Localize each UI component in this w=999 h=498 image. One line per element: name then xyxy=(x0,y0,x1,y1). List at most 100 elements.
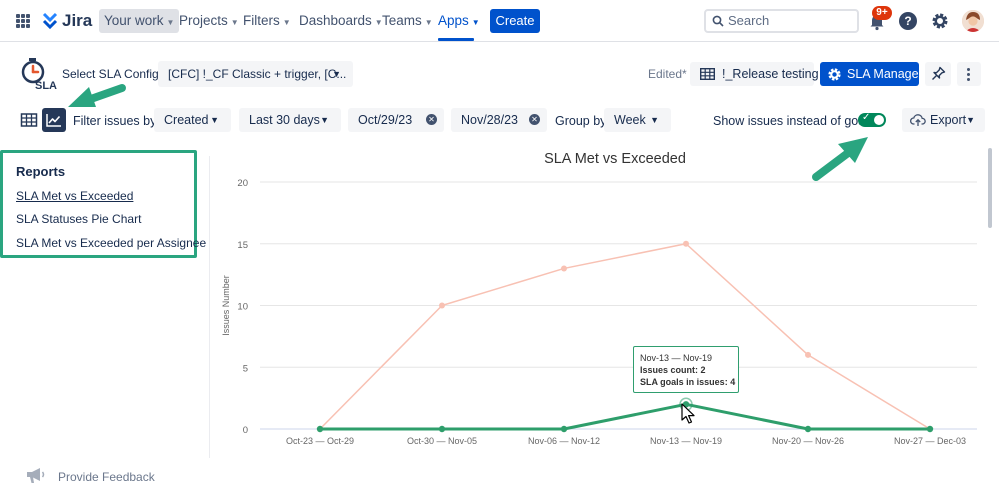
jira-logo-icon xyxy=(42,12,58,30)
select-config-label: Select SLA Config: xyxy=(62,67,163,81)
series-line xyxy=(320,402,930,431)
created-select[interactable]: Created ▼ xyxy=(154,108,231,132)
show-issues-toggle-label: Show issues instead of goals xyxy=(713,114,875,128)
provide-feedback-link[interactable]: Provide Feedback xyxy=(58,470,155,484)
date-range-value: Last 30 days xyxy=(249,113,320,127)
tooltip-count: Issues count: 2 xyxy=(640,365,706,375)
nav-apps-label: Apps xyxy=(438,13,469,28)
chevron-down-icon: ▼ xyxy=(650,115,659,125)
jira-logo-text: Jira xyxy=(62,11,93,30)
nav-filters-label: Filters xyxy=(243,13,280,28)
search-input[interactable]: Search xyxy=(704,9,859,33)
nav-apps[interactable]: Apps ▼ xyxy=(433,9,485,33)
toggle-knob xyxy=(874,115,884,125)
filter-issues-label: Filter issues by: xyxy=(73,114,160,128)
chart-view-button[interactable] xyxy=(42,108,66,132)
release-testing-button[interactable]: !_Release testing xyxy=(690,62,819,86)
chevron-down-icon: ▼ xyxy=(282,18,291,27)
date-from-input[interactable]: Oct/29/23 ✕ xyxy=(348,108,444,132)
reports-title: Reports xyxy=(16,164,66,179)
panel-divider xyxy=(209,156,210,458)
clear-icon[interactable]: ✕ xyxy=(529,114,540,125)
x-tick-label: Nov-20 — Nov-26 xyxy=(772,436,844,446)
user-avatar[interactable] xyxy=(962,10,984,32)
nav-dashboards[interactable]: Dashboards ▼ xyxy=(294,9,388,33)
data-point xyxy=(439,302,445,309)
y-tick-label: 20 xyxy=(237,178,248,189)
tooltip-goals: SLA goals in issues: 4 xyxy=(640,377,736,387)
sla-config-select[interactable]: [CFC] !_CF Classic + trigger, [C... ▼ xyxy=(158,61,353,87)
data-point xyxy=(316,425,324,433)
chevron-down-icon: ▼ xyxy=(966,115,975,125)
date-to-input[interactable]: Nov/28/23 ✕ xyxy=(451,108,547,132)
data-point xyxy=(682,401,690,408)
data-point xyxy=(926,425,934,433)
nav-projects[interactable]: Projects ▼ xyxy=(174,9,244,33)
sla-line-chart: 0 5 10 15 20 Issues Number Oct-23 — Oct-29 Oct-… xyxy=(221,178,977,446)
chevron-down-icon: ▼ xyxy=(320,115,329,125)
clear-icon[interactable]: ✕ xyxy=(426,114,437,125)
x-tick-label: Nov-27 — Dec-03 xyxy=(894,436,966,446)
jira-logo[interactable]: Jira xyxy=(42,11,92,31)
edited-status: Edited* xyxy=(648,67,687,81)
created-value: Created xyxy=(164,113,209,127)
sla-manager-button[interactable]: SLA Manager xyxy=(820,62,923,86)
group-by-label: Group by xyxy=(555,114,607,128)
more-options-button[interactable] xyxy=(957,62,981,86)
show-issues-toggle[interactable]: ✓ xyxy=(858,112,886,127)
scrollbar[interactable] xyxy=(988,148,992,228)
sla-logo-text: SLA xyxy=(35,80,57,92)
cloud-upload-icon xyxy=(910,114,926,126)
y-tick-label: 5 xyxy=(243,363,248,374)
group-by-value: Week xyxy=(614,113,646,127)
date-range-select[interactable]: Last 30 days ▼ xyxy=(239,108,341,132)
chevron-down-icon: ▼ xyxy=(471,18,480,27)
sla-config-value: [CFC] !_CF Classic + trigger, [C... xyxy=(168,67,347,81)
data-point xyxy=(561,265,567,272)
data-point xyxy=(560,425,568,433)
avatar-image xyxy=(962,10,984,32)
x-tick-label: Nov-06 — Nov-12 xyxy=(528,436,600,446)
nav-projects-label: Projects xyxy=(179,13,228,28)
nav-teams-label: Teams xyxy=(382,13,422,28)
chart-title: SLA Met vs Exceeded xyxy=(544,151,686,167)
x-tick-label: Oct-23 — Oct-29 xyxy=(286,436,354,446)
nav-your-work[interactable]: Your work ▼ xyxy=(99,9,180,33)
check-icon: ✓ xyxy=(862,112,871,123)
report-link-sla-met-per-assignee[interactable]: SLA Met vs Exceeded per Assignee xyxy=(16,236,206,250)
x-tick-label: Oct-30 — Nov-05 xyxy=(407,436,477,446)
nav-your-work-label: Your work xyxy=(104,13,164,28)
apps-active-indicator xyxy=(438,38,474,41)
tooltip-range: Nov-13 — Nov-19 xyxy=(640,353,713,363)
group-by-select[interactable]: Week ▼ xyxy=(604,108,671,132)
pin-icon xyxy=(932,66,946,80)
nav-teams[interactable]: Teams ▼ xyxy=(377,9,438,33)
chevron-down-icon: ▼ xyxy=(332,69,341,79)
table-view-icon[interactable] xyxy=(17,108,41,132)
y-tick-label: 15 xyxy=(237,240,248,251)
app-switcher-icon[interactable] xyxy=(16,14,30,28)
y-axis-label: Issues Number xyxy=(221,275,231,336)
date-from-value: Oct/29/23 xyxy=(358,113,413,127)
release-testing-label: !_Release testing xyxy=(722,67,819,81)
search-placeholder: Search xyxy=(728,13,770,28)
sla-manager-label: SLA Manager xyxy=(847,67,923,81)
y-tick-label: 10 xyxy=(237,302,248,313)
export-button[interactable]: Export ▼ xyxy=(902,108,985,132)
help-icon[interactable]: ? xyxy=(899,12,917,30)
more-dot-icon xyxy=(967,68,970,71)
settings-gear-icon[interactable] xyxy=(930,11,950,31)
data-point xyxy=(804,425,812,433)
gear-icon xyxy=(828,68,841,81)
pin-button[interactable] xyxy=(925,62,951,86)
annotation-arrow-icon xyxy=(68,84,126,107)
more-dot-icon xyxy=(967,78,970,81)
y-tick-label: 0 xyxy=(243,425,248,436)
create-button[interactable]: Create xyxy=(490,9,540,33)
nav-filters[interactable]: Filters ▼ xyxy=(238,9,296,33)
megaphone-icon[interactable] xyxy=(24,466,48,484)
report-link-sla-statuses-pie[interactable]: SLA Statuses Pie Chart xyxy=(16,212,141,226)
report-link-sla-met-vs-exceeded[interactable]: SLA Met vs Exceeded xyxy=(16,189,133,203)
chart-tooltip: Nov-13 — Nov-19 Issues count: 2 SLA goal… xyxy=(633,346,739,393)
data-point xyxy=(438,425,446,433)
